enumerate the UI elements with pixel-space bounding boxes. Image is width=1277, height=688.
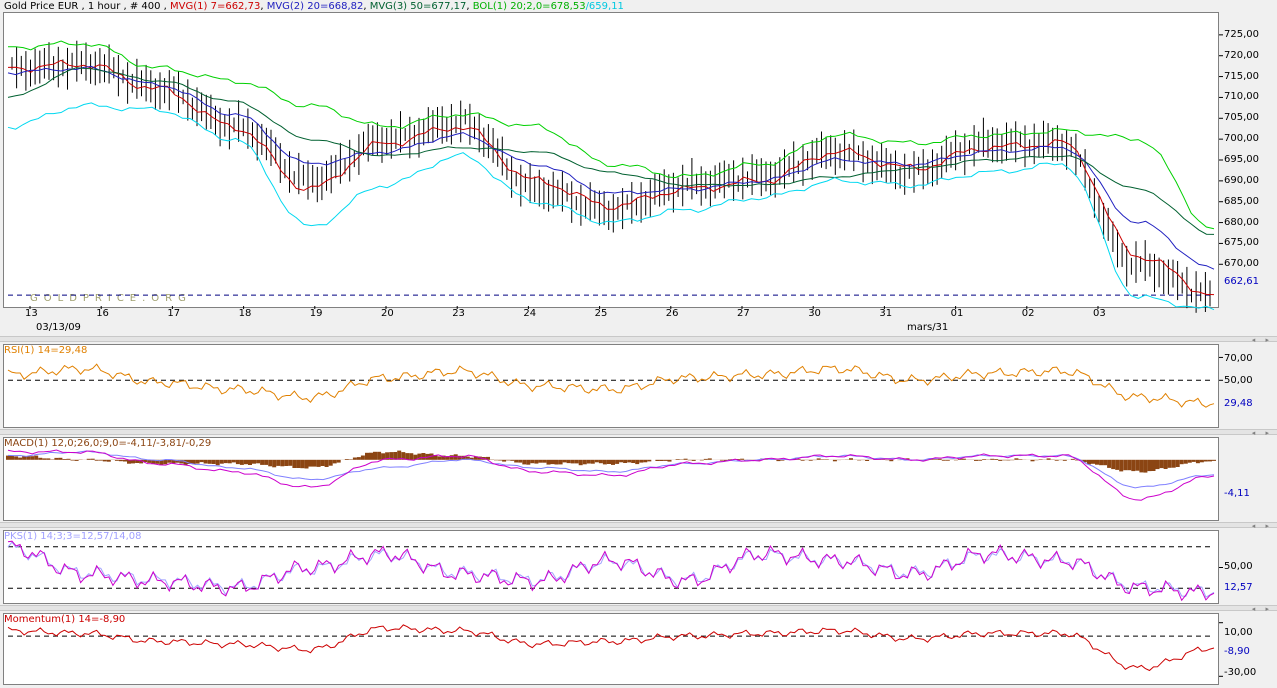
bollinger-upper-line: [7, 40, 1215, 230]
stoch-d-line: [7, 541, 1215, 598]
bollinger-lower-line: [7, 102, 1215, 311]
macd-line: [7, 449, 1215, 501]
macd-signal-line: [7, 450, 1215, 489]
rsi-line: [7, 363, 1215, 408]
charts-svg: [6, 34, 1223, 677]
stoch-k-line: [7, 540, 1215, 602]
momentum-line: [7, 624, 1215, 672]
ma7-line: [7, 59, 1215, 296]
